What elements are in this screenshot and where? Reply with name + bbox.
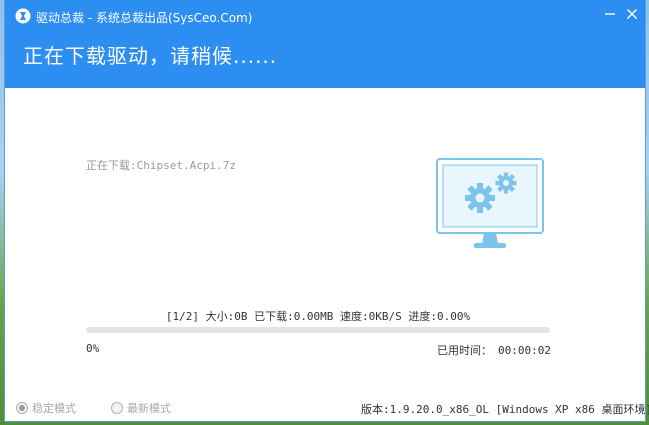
radio-checked-icon [16,402,28,414]
elapsed-time: 已用时间： 00:00:02 [437,342,551,358]
minimize-button[interactable] [599,4,621,24]
progress-bar [86,327,550,333]
minimize-icon [605,13,615,15]
driver-installer-window: 驱动总裁 - 系统总裁出品(SysCeo.Com) 正在下载驱动，请稍候....… [5,0,649,421]
app-logo-icon [15,8,31,24]
latest-mode-radio[interactable]: 最新模式 [111,400,171,416]
download-stats: [1/2] 大小:0B 已下载:0.00MB 速度:0KB/S 进度:0.00% [165,310,471,323]
status-headline: 正在下载驱动，请稍候...... [23,44,278,68]
title-bar[interactable]: 驱动总裁 - 系统总裁出品(SysCeo.Com) [5,0,645,30]
header-banner: 驱动总裁 - 系统总裁出品(SysCeo.Com) 正在下载驱动，请稍候....… [5,0,645,88]
elapsed-time-label: 已用时间： [437,344,492,357]
close-button[interactable] [621,4,643,24]
elapsed-time-value: 00:00:02 [498,344,551,357]
footer-bar: 稳定模式 最新模式 版本:1.9.20.0_x86_OL [Windows XP… [5,396,649,421]
window-title: 驱动总裁 - 系统总裁出品(SysCeo.Com) [36,11,253,25]
radio-unchecked-icon [111,402,123,414]
version-label: 版本:1.9.20.0_x86_OL [Windows XP x86 桌面环境] [361,403,649,416]
close-icon [627,9,637,19]
progress-percent: 0% [86,342,100,355]
stable-mode-radio[interactable]: 稳定模式 [16,400,76,416]
monitor-gears-icon [436,158,544,248]
latest-mode-label: 最新模式 [127,402,171,415]
stable-mode-label: 稳定模式 [32,402,76,415]
current-file-label: 正在下载:Chipset.Acpi.7z [86,159,236,172]
